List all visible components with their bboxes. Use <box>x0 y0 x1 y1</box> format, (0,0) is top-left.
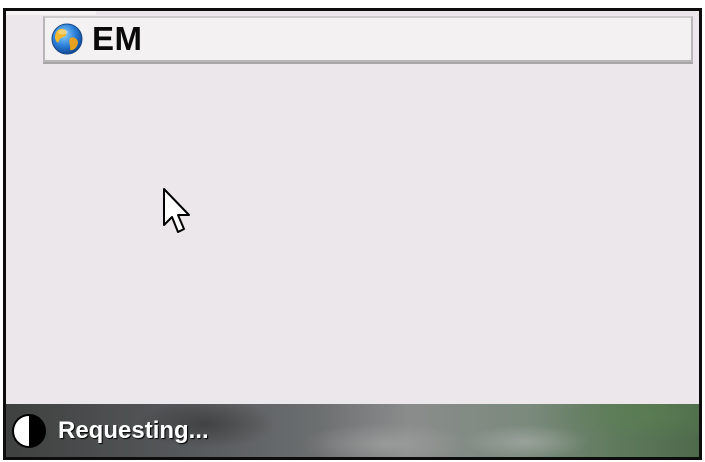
address-bar[interactable]: EM <box>43 16 693 62</box>
status-text: Requesting... <box>58 417 209 444</box>
mouse-pointer-icon <box>161 187 193 239</box>
window-top-edge <box>6 11 96 15</box>
browser-window: EM Requesting... <box>3 8 702 460</box>
status-bar: Requesting... <box>6 404 699 457</box>
half-circle-loading-icon <box>11 413 47 449</box>
page-content-area[interactable] <box>6 64 699 402</box>
address-text: EM <box>92 20 143 57</box>
globe-icon <box>51 23 83 55</box>
